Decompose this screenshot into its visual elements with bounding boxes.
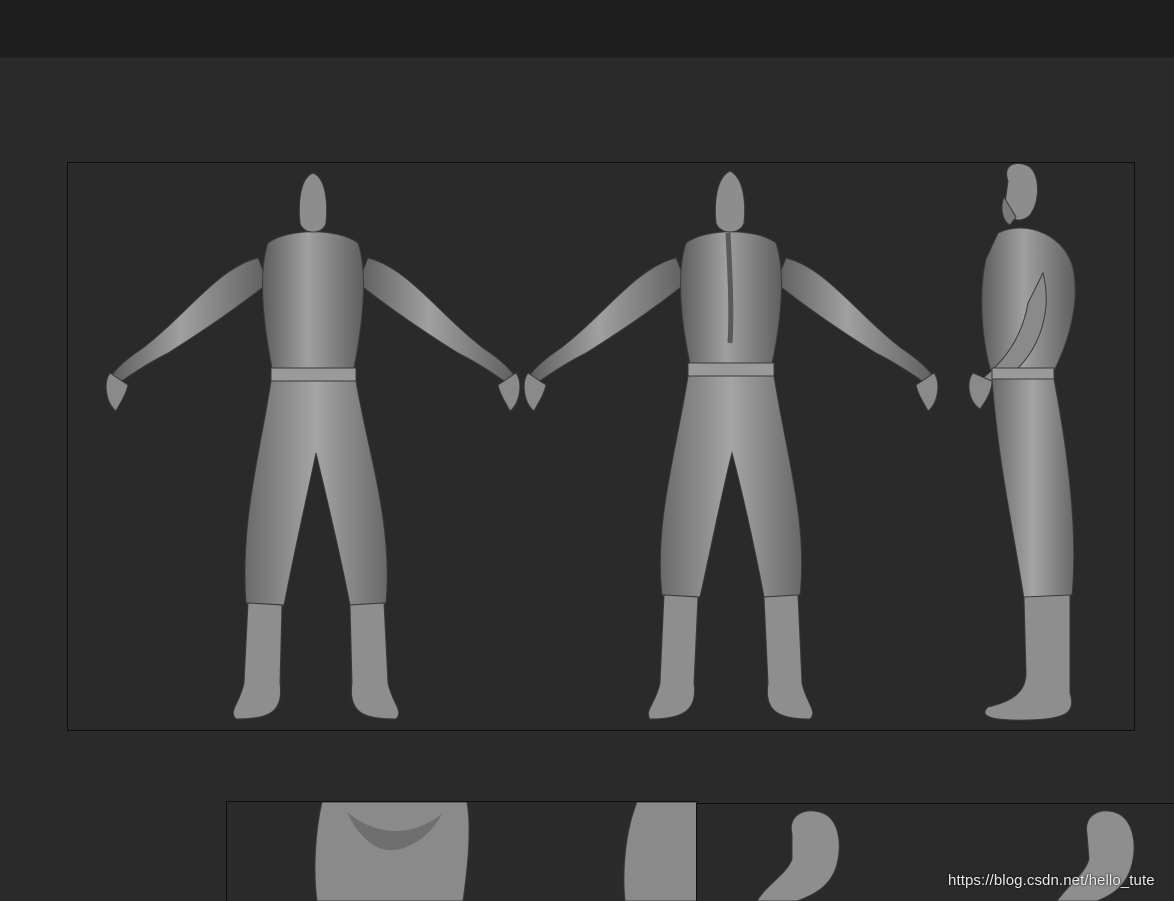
face-detail-left	[756, 810, 840, 901]
watermark-url: https://blog.csdn.net/hello_tute	[948, 872, 1155, 889]
turnaround-image	[105, 163, 1076, 721]
head-detail-panel	[226, 801, 698, 901]
main-turnaround-panel	[67, 162, 1135, 731]
front-view	[105, 172, 521, 720]
back-view	[523, 170, 939, 720]
head-detail-left	[314, 802, 470, 901]
head-detail-image	[314, 802, 697, 901]
top-toolbar	[0, 0, 1174, 58]
head-detail-right	[623, 802, 697, 901]
side-view	[968, 163, 1076, 721]
